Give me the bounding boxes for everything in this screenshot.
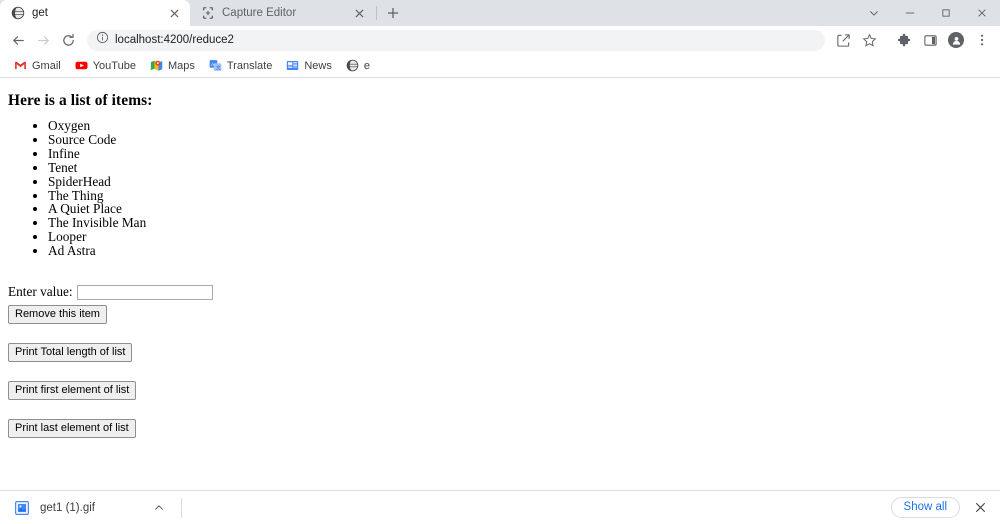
bookmark-label: News <box>304 59 332 72</box>
bookmark-news[interactable]: News <box>280 57 338 74</box>
bookmark-label: Maps <box>167 59 195 72</box>
bookmark-label: YouTube <box>92 59 136 72</box>
list-item: Infine <box>48 146 992 161</box>
shelf-divider <box>181 497 182 518</box>
window-controls <box>856 0 1000 26</box>
share-icon[interactable] <box>831 28 855 52</box>
maps-icon <box>150 59 163 72</box>
extensions-puzzle-icon[interactable] <box>892 28 916 52</box>
list-item: Source Code <box>48 133 992 147</box>
remove-this-item-button[interactable]: Remove this item <box>8 305 107 325</box>
tab-get[interactable]: get <box>0 0 190 26</box>
list-item: Ad Astra <box>48 244 992 258</box>
minimize-button[interactable] <box>892 0 928 26</box>
avatar <box>948 32 964 48</box>
list-item: Looper <box>48 230 992 244</box>
globe-icon <box>346 59 359 72</box>
list-item: The Invisible Man <box>48 216 992 230</box>
bookmark-youtube[interactable]: YouTube <box>69 57 142 74</box>
news-icon <box>286 59 299 72</box>
list-item: SpiderHead <box>48 174 992 189</box>
list-item: Tenet <box>48 160 992 175</box>
back-icon[interactable] <box>6 28 30 52</box>
tab-title: Capture Editor <box>222 7 297 19</box>
new-tab-button[interactable] <box>380 0 406 26</box>
tab-strip: get Capture Editor <box>0 0 1000 26</box>
globe-icon <box>11 6 25 20</box>
info-circle-icon[interactable] <box>96 31 109 49</box>
maximize-button[interactable] <box>928 0 964 26</box>
close-icon[interactable] <box>167 6 182 21</box>
close-window-button[interactable] <box>964 0 1000 26</box>
download-file-name: get1 (1).gif <box>40 501 95 514</box>
bookmark-e[interactable]: e <box>340 57 376 74</box>
print-first-element-button[interactable]: Print first element of list <box>8 381 137 401</box>
tab-search-chevron-icon[interactable] <box>856 0 892 26</box>
reload-icon[interactable] <box>56 28 80 52</box>
list-item: Oxygen <box>48 119 992 133</box>
items-list: Oxygen Source Code Infine Tenet SpiderHe… <box>8 119 992 258</box>
side-panel-icon[interactable] <box>918 28 942 52</box>
translate-icon: A 文 <box>209 59 222 72</box>
bookmark-label: Gmail <box>32 59 61 72</box>
profile-avatar-icon[interactable] <box>944 28 968 52</box>
print-total-length-button[interactable]: Print Total length of list <box>8 343 133 363</box>
list-item: The Thing <box>48 188 992 203</box>
page-content: Here is a list of items: Oxygen Source C… <box>0 78 1000 446</box>
download-shelf: get1 (1).gif Show all <box>0 490 1000 524</box>
show-all-downloads-button[interactable]: Show all <box>890 497 960 518</box>
bookmark-maps[interactable]: Maps <box>144 57 201 74</box>
page-viewport: Here is a list of items: Oxygen Source C… <box>0 78 1000 490</box>
youtube-icon <box>75 59 88 72</box>
gmail-icon <box>14 59 27 72</box>
tab-divider <box>376 6 377 20</box>
toolbar-right-icons <box>831 28 994 52</box>
shelf-actions: Show all <box>890 497 990 518</box>
browser-window: get Capture Editor localhost:4200/reduce… <box>0 0 1000 524</box>
capture-icon <box>201 6 215 20</box>
bookmark-translate[interactable]: A 文 Translate <box>203 57 278 74</box>
bookmark-label: e <box>363 59 370 72</box>
bookmark-label: Translate <box>226 59 273 72</box>
bookmarks-bar: Gmail YouTube Maps A 文 Translate News e <box>0 54 1000 78</box>
url-text: localhost:4200/reduce2 <box>115 34 234 46</box>
close-shelf-icon[interactable] <box>970 498 990 518</box>
bookmark-gmail[interactable]: Gmail <box>8 57 67 74</box>
more-vertical-icon[interactable] <box>970 28 994 52</box>
chevron-up-icon[interactable] <box>151 500 167 516</box>
download-item[interactable]: get1 (1).gif <box>8 495 173 521</box>
tab-capture-editor[interactable]: Capture Editor <box>190 0 375 26</box>
enter-value-row: Enter value: <box>8 284 992 300</box>
browser-toolbar: localhost:4200/reduce2 <box>0 26 1000 54</box>
tab-title: get <box>32 7 48 19</box>
page-title: Here is a list of items: <box>8 92 153 109</box>
close-icon[interactable] <box>352 6 367 21</box>
forward-icon[interactable] <box>31 28 55 52</box>
list-item: A Quiet Place <box>48 202 992 216</box>
print-last-element-button[interactable]: Print last element of list <box>8 419 136 439</box>
bookmark-star-icon[interactable] <box>857 28 881 52</box>
image-file-icon <box>14 500 30 516</box>
enter-value-label: Enter value: <box>8 284 73 300</box>
address-bar[interactable]: localhost:4200/reduce2 <box>87 29 825 51</box>
value-input[interactable] <box>76 284 213 300</box>
